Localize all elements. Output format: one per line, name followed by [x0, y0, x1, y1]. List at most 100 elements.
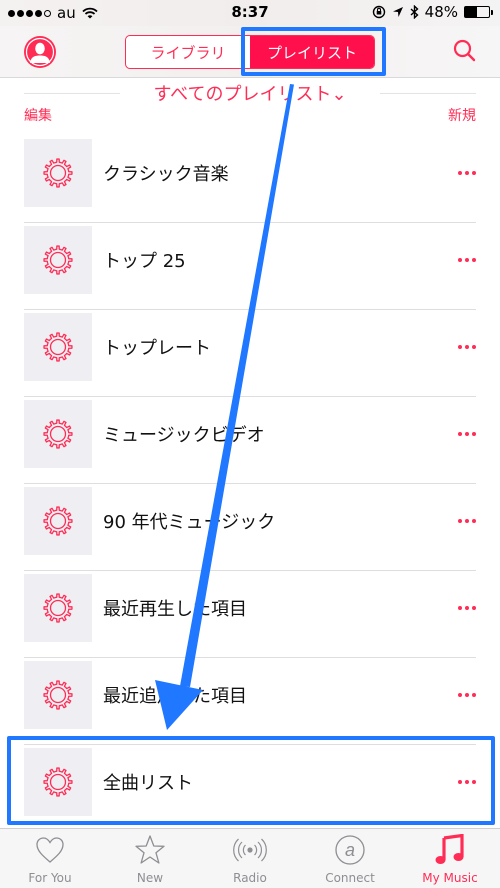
tab-label: My Music — [422, 871, 478, 885]
more-dot — [472, 780, 476, 784]
playlist-filter-dropdown[interactable]: すべてのプレイリスト⌄ — [0, 80, 500, 106]
tab-for-you[interactable]: For You — [0, 829, 100, 888]
tab-label: Connect — [325, 871, 375, 885]
more-dot — [458, 345, 462, 349]
gear-icon — [43, 419, 73, 449]
more-dot — [458, 258, 462, 262]
playlist-artwork — [24, 139, 92, 207]
heart-icon — [36, 837, 64, 863]
playlist-title: 90 年代ミュージック — [103, 512, 276, 533]
more-dot — [472, 171, 476, 175]
playlist-row[interactable]: トップ 25 — [24, 223, 476, 310]
playlist-artwork — [24, 400, 92, 468]
status-bar: au 8:37 48% — [0, 0, 500, 26]
playlist-row[interactable]: 全曲リスト — [24, 745, 476, 832]
playlist-row[interactable]: トップレート — [24, 310, 476, 397]
star-icon — [135, 835, 165, 864]
more-dot — [472, 606, 476, 610]
more-dot — [465, 519, 469, 523]
playlist-row[interactable]: 最近追加した項目 — [24, 658, 476, 745]
more-dot — [458, 693, 462, 697]
search-button[interactable] — [452, 38, 478, 64]
playlist-filter-row: すべてのプレイリスト⌄ — [0, 80, 500, 106]
more-dot — [458, 780, 462, 784]
at-icon: a — [335, 835, 365, 865]
battery-percent: 48% — [424, 3, 458, 21]
more-dot — [472, 693, 476, 697]
more-dot — [458, 519, 462, 523]
bluetooth-icon — [410, 5, 419, 19]
playlist-title: トップレート — [103, 338, 211, 359]
search-icon — [453, 39, 476, 62]
location-icon — [392, 7, 403, 17]
playlist-artwork — [24, 574, 92, 642]
more-dot — [472, 432, 476, 436]
more-options-button[interactable] — [456, 690, 476, 700]
profile-button[interactable] — [24, 36, 56, 68]
tab-bar: For You New Radio a Connect My Music — [0, 828, 500, 888]
tab-my-music[interactable]: My Music — [400, 829, 500, 888]
playlist-artwork — [24, 226, 92, 294]
more-dot — [465, 345, 469, 349]
tab-label: New — [136, 871, 164, 885]
playlist-row[interactable]: 90 年代ミュージック — [24, 484, 476, 571]
gear-icon — [43, 767, 73, 797]
profile-icon — [25, 37, 55, 67]
tab-label: Radio — [233, 871, 267, 885]
tab-new[interactable]: New — [100, 829, 200, 888]
playlist-title: クラシック音楽 — [103, 164, 229, 185]
gear-icon — [43, 245, 73, 275]
segment-library[interactable]: ライブラリ — [126, 36, 250, 68]
new-playlist-button[interactable]: 新規 — [448, 105, 476, 125]
tab-label: For You — [28, 871, 72, 885]
more-options-button[interactable] — [456, 168, 476, 178]
more-dot — [472, 519, 476, 523]
gear-icon — [43, 158, 73, 188]
segment-playlists[interactable]: プレイリスト — [250, 36, 374, 68]
more-dot — [465, 171, 469, 175]
library-playlist-segmented-control: ライブラリ プレイリスト — [125, 35, 375, 69]
tab-connect[interactable]: a Connect — [300, 829, 400, 888]
rotation-lock-icon — [372, 5, 385, 19]
more-dot — [465, 780, 469, 784]
navigation-bar: ライブラリ プレイリスト — [0, 26, 500, 78]
playlist-list: クラシック音楽 トップ 25 トップレート ミュージックビデオ 90 年代ミュー… — [24, 136, 476, 832]
more-dot — [465, 606, 469, 610]
gear-icon — [43, 506, 73, 536]
more-options-button[interactable] — [456, 603, 476, 613]
more-dot — [458, 432, 462, 436]
music-note-icon — [435, 834, 464, 864]
edit-button[interactable]: 編集 — [24, 105, 52, 125]
battery-icon — [464, 6, 493, 18]
gear-icon — [43, 680, 73, 710]
more-dot — [465, 693, 469, 697]
radio-icon — [233, 838, 267, 862]
more-options-button[interactable] — [456, 342, 476, 352]
more-options-button[interactable] — [456, 429, 476, 439]
more-dot — [465, 432, 469, 436]
more-dot — [465, 258, 469, 262]
more-dot — [472, 258, 476, 262]
more-options-button[interactable] — [456, 255, 476, 265]
more-options-button[interactable] — [456, 516, 476, 526]
playlist-artwork — [24, 313, 92, 381]
playlist-row[interactable]: ミュージックビデオ — [24, 397, 476, 484]
tab-radio[interactable]: Radio — [200, 829, 300, 888]
more-options-button[interactable] — [456, 777, 476, 787]
playlist-artwork — [24, 661, 92, 729]
playlist-title: 最近追加した項目 — [103, 686, 247, 707]
more-dot — [458, 171, 462, 175]
svg-text:a: a — [345, 840, 355, 860]
playlist-title: トップ 25 — [103, 251, 186, 272]
gear-icon — [43, 593, 73, 623]
playlist-row[interactable]: クラシック音楽 — [24, 136, 476, 223]
playlist-title: 全曲リスト — [103, 773, 193, 794]
playlist-row[interactable]: 最近再生した項目 — [24, 571, 476, 658]
more-dot — [458, 606, 462, 610]
playlist-artwork — [24, 487, 92, 555]
playlist-title: 最近再生した項目 — [103, 599, 247, 620]
more-dot — [472, 345, 476, 349]
gear-icon — [43, 332, 73, 362]
playlist-artwork — [24, 748, 92, 816]
playlist-title: ミュージックビデオ — [103, 425, 265, 446]
